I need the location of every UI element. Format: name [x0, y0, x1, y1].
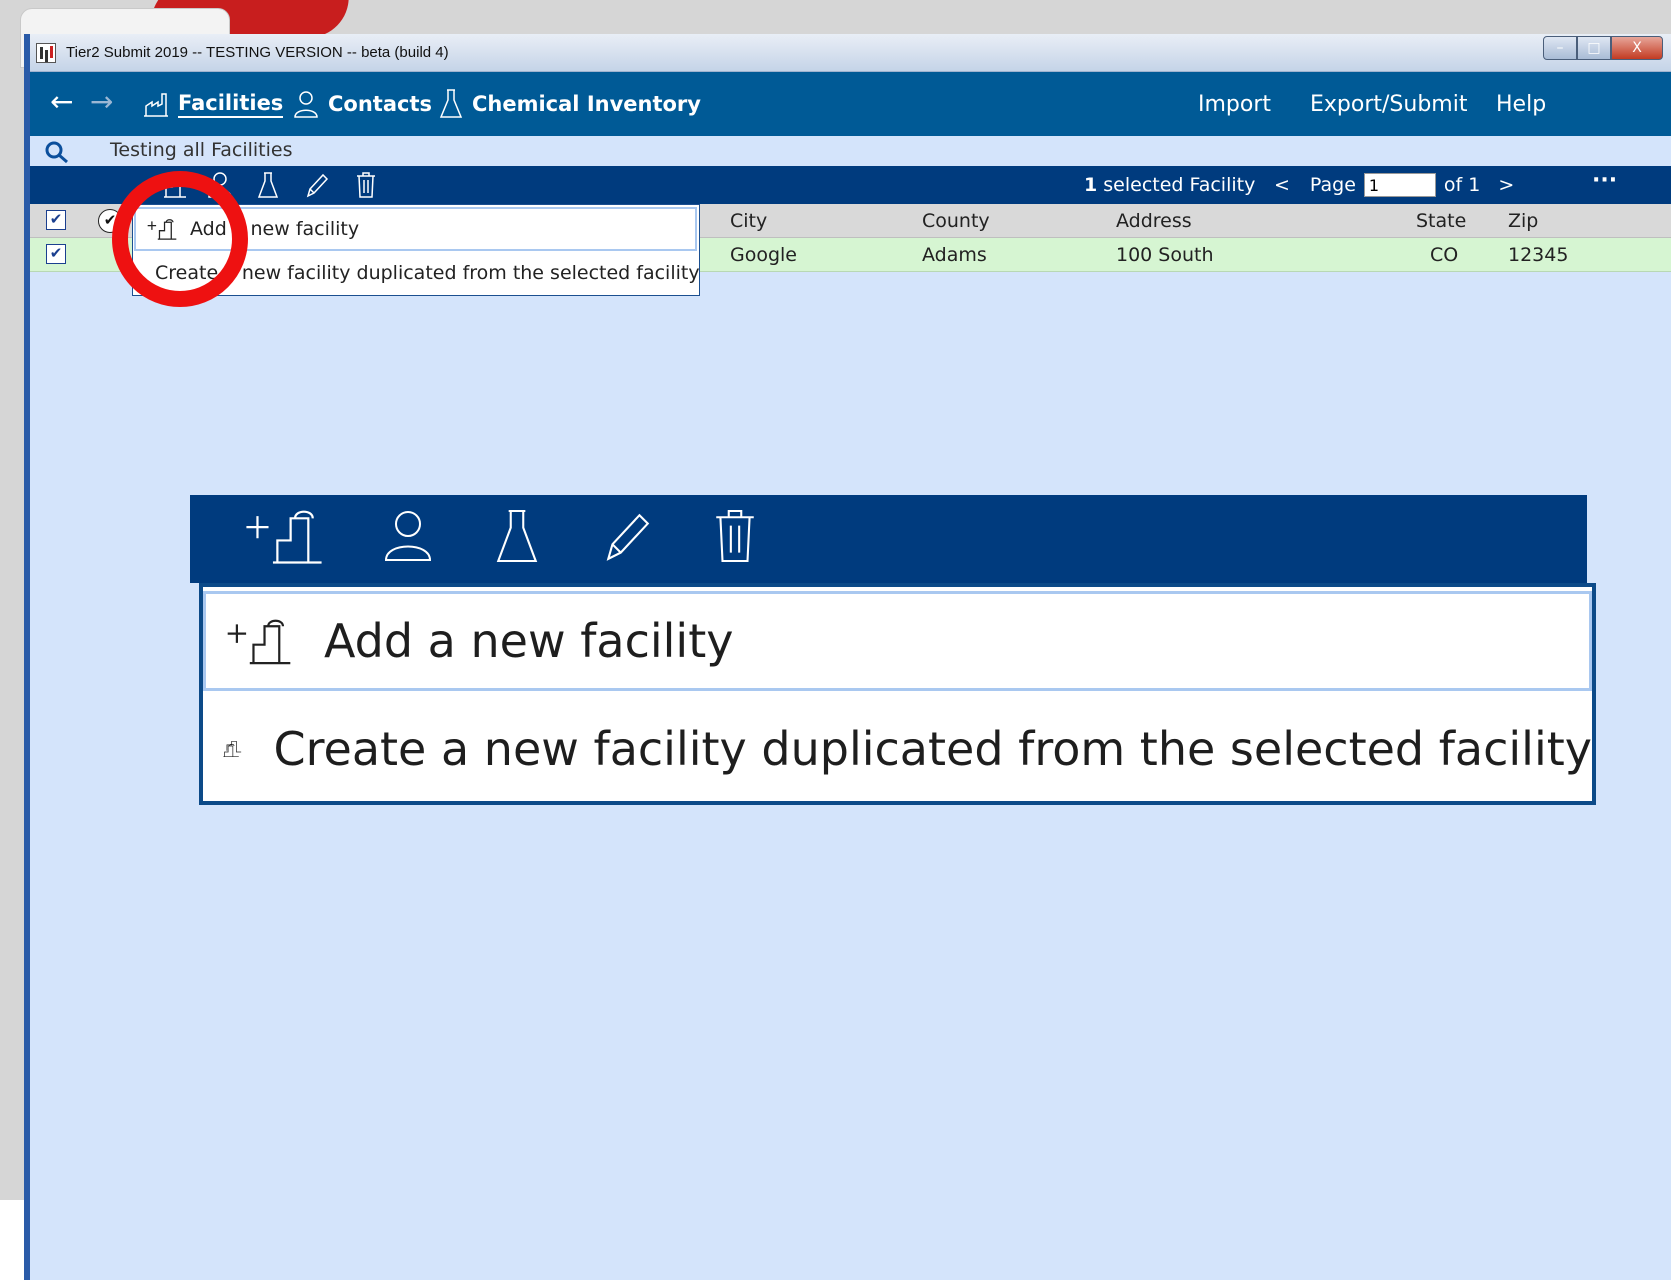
search-input[interactable]: Testing all Facilities [110, 139, 293, 161]
export-submit-link[interactable]: Export/Submit [1310, 92, 1467, 117]
page-label: Page [1309, 174, 1356, 196]
person-icon [294, 91, 318, 118]
selected-label: selected Facility [1097, 174, 1256, 196]
app-window: Tier2 Submit 2019 -- TESTING VERSION -- … [24, 34, 1671, 1280]
column-header-county[interactable]: County [922, 210, 990, 232]
tab-facilities[interactable]: Facilities [142, 88, 284, 120]
add-facility-icon [227, 619, 291, 665]
zoomed-toolbar [190, 495, 1587, 583]
title-bar: Tier2 Submit 2019 -- TESTING VERSION -- … [30, 34, 1671, 72]
pager: < Page of 1 > [1274, 173, 1514, 197]
import-link[interactable]: Import [1198, 92, 1271, 117]
cell-state: CO [1430, 244, 1459, 266]
search-bar: Testing all Facilities [30, 136, 1671, 166]
select-all-checkbox[interactable]: ✔ [46, 210, 66, 230]
selection-info: 1 selected Facility [1084, 174, 1255, 196]
app-icon [36, 43, 56, 63]
cell-city: Google [730, 244, 798, 266]
facility-toolbar: 1 selected Facility < Page of 1 > ··· [30, 166, 1671, 204]
flask-icon [496, 509, 538, 563]
zoomed-menu-item-duplicate-facility: Create a new facility duplicated from th… [203, 699, 1592, 799]
window-title: Tier2 Submit 2019 -- TESTING VERSION -- … [66, 44, 449, 61]
trash-icon[interactable] [354, 171, 378, 199]
column-header-zip[interactable]: Zip [1508, 210, 1538, 232]
factory-icon [144, 93, 168, 117]
pencil-icon [606, 513, 650, 561]
prev-page-button[interactable]: < [1274, 174, 1290, 196]
page-count: of 1 [1443, 174, 1481, 196]
column-header-address[interactable]: Address [1116, 210, 1192, 232]
add-facility-icon [246, 510, 322, 564]
page-input[interactable] [1363, 173, 1436, 197]
flask-icon [439, 89, 463, 118]
zoomed-menu: Add a new facility Create a new facility… [199, 583, 1596, 805]
flask-icon[interactable] [256, 171, 280, 199]
tab-chemical-inventory[interactable]: Chemical Inventory [438, 88, 701, 120]
zoomed-menu-item-add-facility: Add a new facility [203, 591, 1592, 691]
cell-county: Adams [922, 244, 987, 266]
tab-facilities-label: Facilities [178, 91, 284, 118]
selected-count: 1 [1084, 174, 1098, 196]
back-button[interactable]: ← [50, 88, 73, 116]
more-options-button[interactable]: ··· [1592, 168, 1617, 193]
zoomed-add-facility-label: Add a new facility [324, 614, 734, 668]
person-icon [384, 511, 432, 561]
pencil-icon[interactable] [304, 171, 330, 199]
highlight-circle [112, 171, 248, 307]
trash-icon [716, 509, 754, 563]
main-nav: ← → Facilities Contacts Chemical Invento… [30, 72, 1671, 136]
column-header-city[interactable]: City [730, 210, 767, 232]
tab-chemical-inventory-label: Chemical Inventory [472, 92, 701, 116]
close-button[interactable]: X [1611, 36, 1663, 60]
next-page-button[interactable]: > [1498, 174, 1514, 196]
column-header-state[interactable]: State [1416, 210, 1466, 232]
minimize-button[interactable]: – [1543, 36, 1577, 60]
maximize-button[interactable]: □ [1577, 36, 1611, 60]
row-checkbox[interactable]: ✔ [46, 244, 66, 264]
cell-address: 100 South [1116, 244, 1214, 266]
search-icon[interactable] [44, 140, 70, 164]
zoomed-duplicate-facility-label: Create a new facility duplicated from th… [273, 722, 1592, 776]
help-link[interactable]: Help [1496, 92, 1546, 117]
cell-zip: 12345 [1508, 244, 1569, 266]
forward-button[interactable]: → [90, 88, 113, 116]
tab-contacts-label: Contacts [328, 92, 432, 116]
window-controls: – □ X [1543, 36, 1663, 62]
duplicate-facility-icon [223, 740, 242, 758]
tab-contacts[interactable]: Contacts [292, 88, 432, 120]
